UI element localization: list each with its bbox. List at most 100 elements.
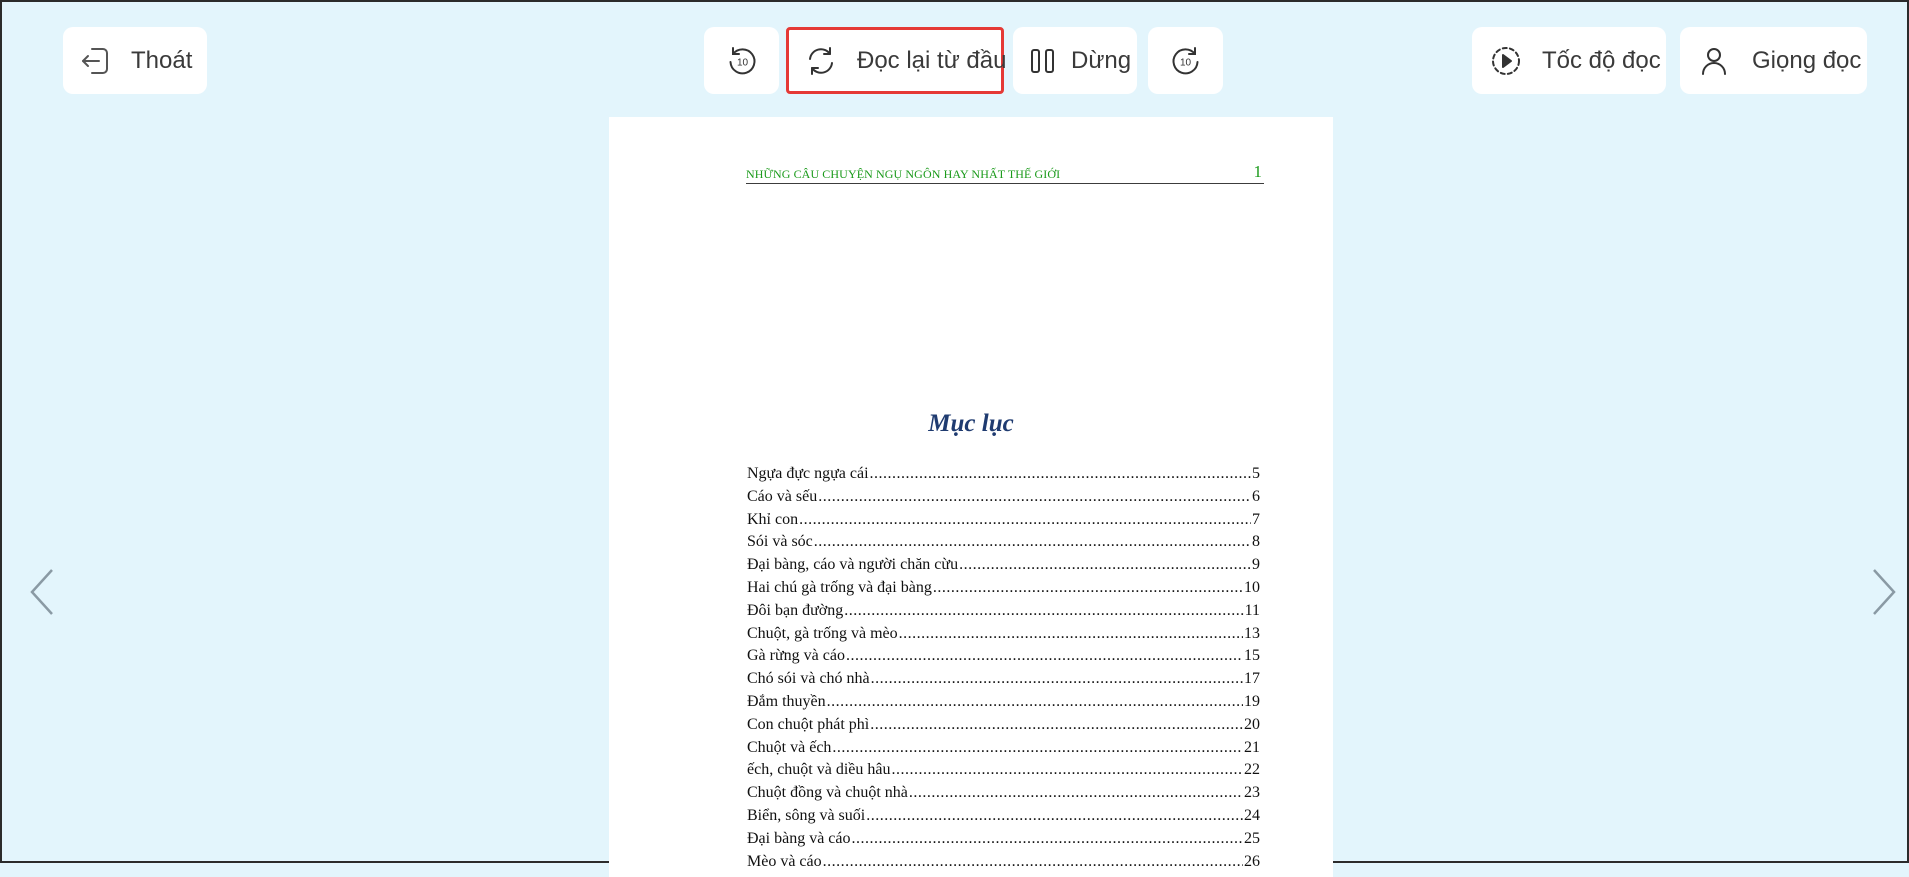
toc-leader-dots bbox=[799, 509, 1251, 532]
toc-entry: Đại bàng, cáo và người chăn cừu 9 bbox=[747, 554, 1260, 577]
toc-leader-dots bbox=[844, 600, 1243, 623]
page-number: 1 bbox=[1253, 162, 1263, 181]
toc-entry-page: 25 bbox=[1244, 829, 1260, 847]
toc-entry-title: Chuột và ếch bbox=[747, 738, 832, 756]
toc-entry-title: Cáo và sếu bbox=[747, 487, 818, 505]
toc-entry-title: Chó sói và chó nhà bbox=[747, 670, 870, 688]
toc-leader-dots bbox=[899, 623, 1243, 646]
toc-entry-title: Đắm thuyền bbox=[747, 692, 826, 710]
toc-entry-page: 8 bbox=[1252, 533, 1260, 551]
voice-button[interactable]: Giọng đọc bbox=[1680, 27, 1867, 94]
running-head: NHỮNG CÂU CHUYỆN NGỤ NGÔN HAY NHẤT THẾ G… bbox=[746, 162, 1264, 184]
chevron-right-icon bbox=[1873, 569, 1896, 615]
refresh-icon bbox=[805, 45, 837, 77]
restart-reading-button[interactable]: Đọc lại từ đầu bbox=[786, 27, 1007, 94]
toc-entry-title: Ngựa đực ngựa cái bbox=[747, 465, 869, 482]
toc-leader-dots bbox=[892, 759, 1244, 782]
toc-entry-page: 13 bbox=[1244, 624, 1260, 642]
toc-entry-title: Hai chú gà trống và đại bàng bbox=[747, 578, 932, 596]
voice-label: Giọng đọc bbox=[1752, 46, 1862, 74]
toc-entry: Chó sói và chó nhà 17 bbox=[747, 668, 1260, 691]
exit-icon bbox=[79, 45, 111, 77]
toc-entry-page: 11 bbox=[1244, 601, 1260, 619]
reading-speed-button[interactable]: Tốc độ đọc bbox=[1472, 27, 1666, 94]
next-page-button[interactable] bbox=[1866, 562, 1902, 622]
toc-leader-dots bbox=[870, 463, 1251, 486]
toc-entry-title: Đại bàng, cáo và người chăn cừu bbox=[747, 556, 959, 574]
speed-play-icon bbox=[1490, 45, 1522, 77]
forward-10-button[interactable]: 10 bbox=[1148, 27, 1223, 94]
toc-entry: Đại bàng và cáo 25 bbox=[747, 828, 1260, 851]
toc-leader-dots bbox=[959, 554, 1251, 577]
toc-leader-dots bbox=[827, 691, 1243, 714]
toc-entry: Hai chú gà trống và đại bàng 10 bbox=[747, 577, 1260, 600]
toc-entry-title: Khỉ con bbox=[747, 510, 799, 528]
running-head-title: NHỮNG CÂU CHUYỆN NGỤ NGÔN HAY NHẤT THẾ G… bbox=[746, 167, 1061, 181]
toc-entry: Con chuột phát phì 20 bbox=[747, 714, 1260, 737]
toc-entry-page: 15 bbox=[1244, 647, 1260, 665]
toc-entry-page: 9 bbox=[1252, 556, 1260, 574]
toc-entry-title: Chuột, gà trống và mèo bbox=[747, 624, 898, 642]
toc-leader-dots bbox=[823, 851, 1243, 874]
toc-entry: Khỉ con 7 bbox=[747, 509, 1260, 532]
toc-leader-dots bbox=[866, 805, 1243, 828]
exit-label: Thoát bbox=[131, 46, 193, 74]
toc-entry-page: 24 bbox=[1244, 806, 1260, 824]
toc-entry-title: Mèo và cáo bbox=[747, 852, 822, 870]
svg-text:10: 10 bbox=[1179, 57, 1191, 68]
toc-entry-title: Đại bàng và cáo bbox=[747, 829, 851, 847]
pause-icon bbox=[1027, 45, 1059, 77]
toc-leader-dots bbox=[870, 714, 1243, 737]
exit-button[interactable]: Thoát bbox=[63, 27, 207, 94]
user-icon bbox=[1698, 45, 1730, 77]
toc-entry: Đắm thuyền 19 bbox=[747, 691, 1260, 714]
toc-entry: Đôi bạn đường 11 bbox=[747, 600, 1260, 623]
toc-entry-title: ếch, chuột và diều hâu bbox=[747, 761, 891, 779]
toc-leader-dots bbox=[814, 531, 1251, 554]
rewind-10-button[interactable]: 10 bbox=[704, 27, 779, 94]
toc-entry-page: 6 bbox=[1252, 487, 1260, 505]
pause-button[interactable]: Dừng bbox=[1013, 27, 1137, 94]
toc-entry-title: Con chuột phát phì bbox=[747, 715, 870, 733]
toc-leader-dots bbox=[933, 577, 1243, 600]
toc-entry-page: 7 bbox=[1252, 510, 1260, 528]
toc-entry-page: 19 bbox=[1244, 692, 1260, 710]
svg-text:10: 10 bbox=[736, 57, 748, 68]
toc-entry-page: 20 bbox=[1244, 715, 1260, 733]
toc-entry: Sói và sóc 8 bbox=[747, 531, 1260, 554]
toc-leader-dots bbox=[846, 645, 1243, 668]
toc-entry-page: 21 bbox=[1244, 738, 1260, 756]
toc-entry: Biển, sông và suối 24 bbox=[747, 805, 1260, 828]
toc-entry-title: Biển, sông và suối bbox=[747, 806, 866, 824]
toc-entry-page: 26 bbox=[1244, 852, 1260, 870]
toc-entry: Chuột đồng và chuột nhà 23 bbox=[747, 782, 1260, 805]
toc-entry-page: 23 bbox=[1244, 784, 1260, 802]
rewind-10-icon: 10 bbox=[726, 45, 758, 77]
table-of-contents: Ngựa đực ngựa cái 5 Cáo và sếu 6 Khỉ con 7 Sói… bbox=[747, 463, 1260, 873]
toc-entry-title: Chuột đồng và chuột nhà bbox=[747, 784, 908, 802]
book-page: NHỮNG CÂU CHUYỆN NGỤ NGÔN HAY NHẤT THẾ G… bbox=[609, 117, 1333, 877]
toc-entry-title: Sói và sóc bbox=[747, 533, 813, 551]
restart-label: Đọc lại từ đầu bbox=[857, 46, 1007, 74]
speed-label: Tốc độ đọc bbox=[1542, 46, 1661, 74]
toc-entry-page: 5 bbox=[1252, 465, 1260, 482]
toc-title: Mục lục bbox=[928, 410, 1014, 437]
toc-leader-dots bbox=[871, 668, 1243, 691]
toc-entry: Gà rừng và cáo 15 bbox=[747, 645, 1260, 668]
toc-leader-dots bbox=[832, 737, 1243, 760]
toc-entry-page: 17 bbox=[1244, 670, 1260, 688]
toc-leader-dots bbox=[909, 782, 1243, 805]
toc-entry-page: 22 bbox=[1244, 761, 1260, 779]
previous-page-button[interactable] bbox=[24, 562, 60, 622]
chevron-left-icon bbox=[30, 569, 53, 615]
toc-entry-title: Đôi bạn đường bbox=[747, 601, 844, 619]
toc-entry: ếch, chuột và diều hâu 22 bbox=[747, 759, 1260, 782]
toc-leader-dots bbox=[852, 828, 1243, 851]
toc-entry: Cáo và sếu 6 bbox=[747, 486, 1260, 509]
toc-entry: Chuột, gà trống và mèo 13 bbox=[747, 623, 1260, 646]
toc-entry: Ngựa đực ngựa cái 5 bbox=[747, 463, 1260, 486]
forward-10-icon: 10 bbox=[1170, 45, 1202, 77]
toc-leader-dots bbox=[818, 486, 1251, 509]
toc-entry: Chuột và ếch 21 bbox=[747, 737, 1260, 760]
toc-entry-title: Gà rừng và cáo bbox=[747, 647, 845, 665]
